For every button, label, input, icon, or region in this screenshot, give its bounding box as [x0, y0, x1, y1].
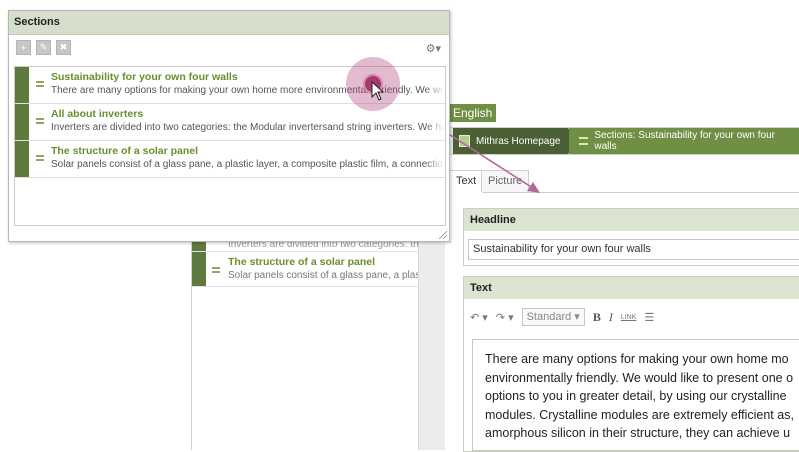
- scrollbar[interactable]: [418, 225, 445, 450]
- breadcrumb-home[interactable]: Mithras Homepage: [453, 128, 580, 154]
- resize-grip-icon[interactable]: [439, 231, 447, 239]
- row-color-bar: [15, 104, 29, 140]
- text-label: Text: [464, 277, 799, 299]
- undo-icon[interactable]: ↶ ▾: [470, 311, 488, 324]
- drag-handle-icon[interactable]: [36, 81, 44, 87]
- text-line: modules. Crystalline modules are extreme…: [485, 407, 794, 422]
- edit-section-icon[interactable]: ✎: [36, 40, 51, 55]
- page-icon: [459, 135, 470, 147]
- list-item-title: The structure of a solar panel: [51, 145, 199, 157]
- headline-label: Headline: [464, 209, 799, 231]
- list-item-title: All about inverters: [51, 108, 144, 120]
- style-select[interactable]: Standard ▾: [521, 308, 585, 326]
- fade-overlay: [425, 67, 445, 103]
- headline-input[interactable]: Sustainability for your own four walls: [468, 239, 799, 260]
- drag-handle-icon[interactable]: [36, 118, 44, 124]
- text-line: amorphous silicon in their structure, th…: [485, 426, 791, 440]
- text-line: options to you in greater detail, by usi…: [485, 389, 787, 403]
- fade-overlay: [425, 141, 445, 177]
- sections-toolbar: + ✎ ✖: [16, 40, 71, 55]
- drag-handle-icon[interactable]: [36, 155, 44, 161]
- headline-panel: Headline Sustainability for your own fou…: [463, 208, 799, 266]
- row-color-bar: [15, 67, 29, 103]
- italic-icon[interactable]: I: [609, 310, 613, 325]
- text-line: environmentally friendly. We would like …: [485, 370, 794, 385]
- sections-window: Sections + ✎ ✖ ⚙▾ Sustainability for you…: [8, 10, 450, 242]
- tab-text[interactable]: Text: [449, 170, 484, 193]
- row-color-bar: [15, 141, 29, 177]
- settings-gear-icon[interactable]: ⚙▾: [426, 42, 441, 55]
- list-item-title: The structure of a solar panel: [228, 256, 376, 268]
- breadcrumb-home-label: Mithras Homepage: [476, 135, 561, 147]
- breadcrumb: Mithras Homepage Sections: Sustainabilit…: [445, 127, 799, 155]
- list-item-desc: Solar panels consist of a glass pane, a …: [228, 270, 421, 281]
- bullet-list-icon[interactable]: ☰: [644, 311, 654, 324]
- redo-icon[interactable]: ↷ ▾: [496, 311, 514, 324]
- bold-icon[interactable]: B: [593, 310, 601, 325]
- language-tab[interactable]: English: [449, 104, 497, 122]
- sections-title: Sections: [9, 11, 449, 35]
- delete-section-icon[interactable]: ✖: [56, 40, 71, 55]
- text-panel: Text ↶ ▾ ↷ ▾ Standard ▾ B I LINK ☰ There…: [463, 276, 799, 452]
- add-section-icon[interactable]: +: [16, 40, 31, 55]
- text-line: There are many options for making your o…: [485, 352, 789, 366]
- tab-picture[interactable]: Picture: [481, 170, 530, 192]
- fade-overlay: [425, 104, 445, 140]
- section-icon: [579, 137, 589, 145]
- breadcrumb-section[interactable]: Sections: Sustainability for your own fo…: [569, 128, 799, 154]
- list-item-desc: Solar panels consist of a glass pane, a …: [51, 159, 443, 170]
- mouse-pointer-icon: [371, 81, 385, 101]
- breadcrumb-section-label: Sections: Sustainability for your own fo…: [594, 130, 776, 152]
- list-item[interactable]: The structure of a solar panel Solar pan…: [15, 141, 445, 178]
- list-item[interactable]: The structure of a solar panel Solar pan…: [192, 252, 420, 287]
- background-section-list: Inverters are divided into two categorie…: [191, 225, 421, 450]
- text-toolbar: ↶ ▾ ↷ ▾ Standard ▾ B I LINK ☰: [470, 307, 654, 327]
- editor-tabs: Text Picture: [445, 170, 799, 193]
- text-editor[interactable]: There are many options for making your o…: [472, 339, 799, 451]
- list-item-title: Sustainability for your own four walls: [51, 71, 238, 83]
- link-icon[interactable]: LINK: [621, 314, 637, 321]
- drag-handle-icon[interactable]: [212, 267, 220, 273]
- row-color-bar: [192, 252, 206, 286]
- style-select-value: Standard: [526, 311, 572, 323]
- list-item-desc: Inverters are divided into two categorie…: [51, 122, 443, 133]
